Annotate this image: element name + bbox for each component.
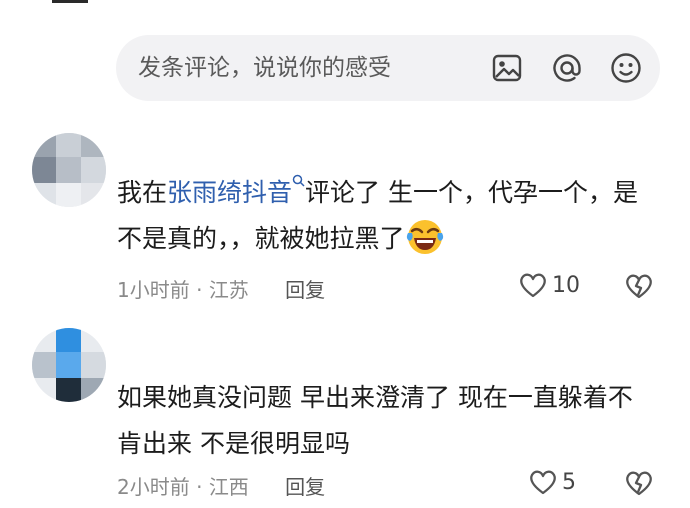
comment-input-bar[interactable] xyxy=(116,35,660,101)
dislike-button[interactable] xyxy=(624,271,654,301)
mention-link[interactable]: 张雨绮抖音 xyxy=(167,174,305,207)
comment-location: 江苏 xyxy=(208,278,249,302)
meta-separator: · xyxy=(196,475,203,499)
comment-meta: 1小时前 · 江苏 回复 xyxy=(117,274,325,303)
comment-text: 如果她真没问题 早出来澄清了 现在一直躲着不肯出来 不是很明显吗 xyxy=(117,383,633,458)
search-icon xyxy=(292,174,305,187)
mention-label: 张雨绮抖音 xyxy=(167,178,293,207)
emoji-icon[interactable] xyxy=(609,51,643,85)
reply-button[interactable]: 回复 xyxy=(285,278,325,302)
heart-icon xyxy=(520,273,546,298)
at-icon[interactable] xyxy=(550,51,584,85)
like-count: 10 xyxy=(552,272,580,298)
dislike-button[interactable] xyxy=(624,468,654,498)
comment-meta: 2小时前 · 江西 回复 xyxy=(117,471,325,500)
comment-text: 我在张雨绮抖音 评论了 生一个，代孕一个，是不是真的，，就被她拉黑了 xyxy=(117,170,657,262)
laughing-crying-emoji-icon xyxy=(406,220,443,254)
comment-time: 1小时前 xyxy=(117,278,190,302)
meta-separator: · xyxy=(196,278,203,302)
broken-heart-icon xyxy=(626,274,652,299)
like-count: 5 xyxy=(562,469,576,495)
comment-input[interactable] xyxy=(138,35,468,101)
avatar[interactable] xyxy=(32,328,106,402)
heart-icon xyxy=(530,470,556,495)
comment-time: 2小时前 xyxy=(117,475,190,499)
broken-heart-icon xyxy=(626,471,652,496)
like-button[interactable]: 10 xyxy=(518,271,580,299)
comment-location: 江西 xyxy=(208,475,249,499)
top-edge-fragment xyxy=(52,0,88,3)
image-icon[interactable] xyxy=(490,51,524,85)
comment-text-part: 我在 xyxy=(117,178,168,207)
reply-button[interactable]: 回复 xyxy=(285,475,325,499)
like-button[interactable]: 5 xyxy=(528,468,576,496)
avatar[interactable] xyxy=(32,133,106,207)
